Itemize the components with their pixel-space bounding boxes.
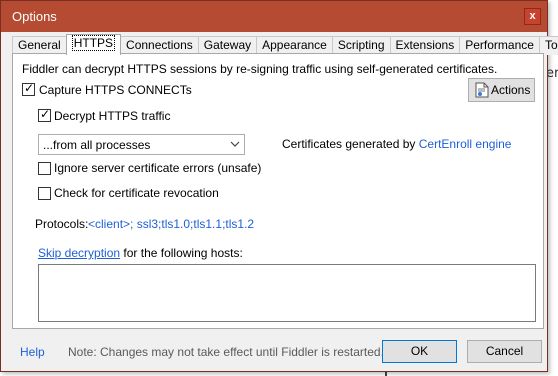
https-tab-panel: Fiddler can decrypt HTTPS sessions by re… <box>12 53 544 329</box>
cancel-button[interactable]: Cancel <box>467 340 542 363</box>
tab-label: Appearance <box>262 38 327 52</box>
cert-generated-text: Certificates generated by CertEnroll eng… <box>282 137 511 151</box>
checkmark-icon: ✓ <box>40 107 51 121</box>
tab-label: Extensions <box>395 38 455 52</box>
https-intro-text: Fiddler can decrypt HTTPS sessions by re… <box>22 62 498 76</box>
skip-decryption-link[interactable]: Skip decryption <box>38 246 120 260</box>
tab-label: Performance <box>465 38 534 52</box>
tab-label: Gateway <box>203 38 252 52</box>
check-revocation-checkbox[interactable] <box>38 187 51 200</box>
tab-label: Tools <box>544 38 558 52</box>
title-bar[interactable]: Options x <box>1 1 547 32</box>
options-dialog: Options x General HTTPS Connections Gate… <box>0 0 558 372</box>
tab-label: General <box>18 38 61 52</box>
process-filter-value: ...from all processes <box>43 138 151 152</box>
decrypt-traffic-label[interactable]: Decrypt HTTPS traffic <box>54 109 170 123</box>
window-title: Options <box>12 9 57 24</box>
tab-strip: General HTTPS Connections Gateway Appear… <box>12 34 558 55</box>
checkmark-icon: ✓ <box>24 81 35 95</box>
close-icon: x <box>529 10 536 22</box>
ok-button[interactable]: OK <box>382 340 457 363</box>
restart-note: Note: Changes may not take effect until … <box>68 345 384 359</box>
skip-decryption-suffix: for the following hosts: <box>123 246 243 260</box>
ignore-errors-checkbox[interactable] <box>38 162 51 175</box>
skip-decryption-text: Skip decryption for the following hosts: <box>38 246 243 260</box>
tab-label: Connections <box>126 38 193 52</box>
chevron-down-icon <box>229 138 241 153</box>
actions-label: Actions <box>491 83 531 97</box>
cert-generated-prefix: Certificates generated by <box>282 137 416 151</box>
skip-hosts-textarea[interactable] <box>38 264 536 322</box>
tab-https[interactable]: HTTPS <box>65 34 122 55</box>
protocols-link[interactable]: <client>; ssl3;tls1.0;tls1.1;tls1.2 <box>88 217 254 231</box>
tab-label: HTTPS <box>71 35 116 51</box>
ignore-errors-label[interactable]: Ignore server certificate errors (unsafe… <box>54 161 261 175</box>
tab-label: Scripting <box>337 38 385 52</box>
certificate-icon <box>475 82 489 101</box>
capture-connects-checkbox[interactable]: ✓ <box>22 81 35 96</box>
decrypt-traffic-checkbox[interactable]: ✓ <box>38 107 51 122</box>
help-link[interactable]: Help <box>20 345 45 359</box>
actions-button[interactable]: Actions <box>468 78 535 102</box>
check-revocation-label[interactable]: Check for certificate revocation <box>54 186 219 200</box>
close-button[interactable]: x <box>524 8 541 25</box>
cert-engine-link[interactable]: CertEnroll engine <box>419 137 512 151</box>
protocols-label: Protocols: <box>35 217 89 231</box>
process-filter-select[interactable]: ...from all processes <box>38 134 245 155</box>
capture-connects-label[interactable]: Capture HTTPS CONNECTs <box>39 83 192 97</box>
